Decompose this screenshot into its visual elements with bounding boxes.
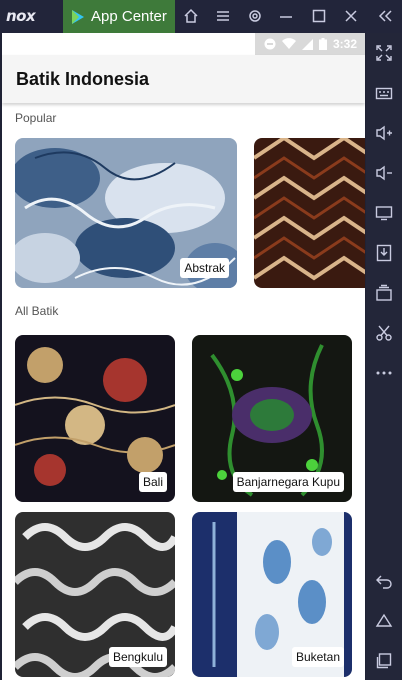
keyboard-icon[interactable] — [375, 84, 393, 102]
batik-card-banjarnegara-kupu[interactable]: Banjarnegara Kupu — [192, 335, 352, 502]
wifi-icon — [281, 38, 296, 49]
app-toolbar: Batik Indonesia — [2, 55, 365, 103]
more-icon[interactable] — [375, 364, 393, 382]
app-center-tab[interactable]: App Center — [63, 0, 175, 33]
recent-apps-icon[interactable] — [375, 652, 393, 670]
card-label: Abstrak — [180, 258, 229, 278]
page-title: Batik Indonesia — [16, 69, 150, 89]
settings-icon[interactable] — [247, 8, 263, 24]
fullscreen-icon[interactable] — [375, 44, 393, 62]
signal-icon — [301, 38, 313, 50]
multi-instance-icon[interactable] — [375, 284, 393, 302]
play-store-icon — [72, 9, 84, 24]
screen-icon[interactable] — [375, 204, 393, 222]
popular-card-abstrak[interactable]: Abstrak — [15, 138, 237, 288]
volume-up-icon[interactable] — [375, 124, 393, 142]
emulator-sidebar — [366, 33, 402, 680]
apk-install-icon[interactable] — [375, 244, 393, 262]
android-screen: 3:32 Batik Indonesia Popular Abstrak All… — [2, 33, 365, 680]
back-icon[interactable] — [375, 572, 393, 590]
home-icon[interactable] — [183, 8, 199, 24]
card-label: Bali — [138, 472, 167, 492]
batik-card-bali[interactable]: Bali — [15, 335, 175, 502]
batik-card-bengkulu[interactable]: Bengkulu — [15, 512, 175, 677]
scissors-icon[interactable] — [375, 324, 393, 342]
minus-circle-icon — [264, 38, 276, 50]
home-nav-icon[interactable] — [375, 612, 393, 630]
batik-card-buketan[interactable]: Buketan — [192, 512, 352, 677]
batik-image — [254, 138, 365, 288]
card-label: Banjarnegara Kupu — [232, 472, 344, 492]
section-all-batik: All Batik — [15, 304, 59, 318]
maximize-icon[interactable] — [311, 8, 327, 24]
card-label: Buketan — [291, 647, 344, 667]
menu-icon[interactable] — [215, 8, 231, 24]
status-bar: 3:32 — [2, 33, 365, 55]
close-icon[interactable] — [343, 8, 359, 24]
status-time: 3:32 — [332, 37, 357, 51]
minimize-icon[interactable] — [278, 8, 294, 24]
volume-down-icon[interactable] — [375, 164, 393, 182]
popular-card-2[interactable] — [254, 138, 365, 288]
card-label: Bengkulu — [108, 647, 167, 667]
battery-icon — [318, 38, 327, 50]
emulator-titlebar: nox App Center — [0, 0, 402, 33]
collapse-icon[interactable] — [377, 8, 393, 24]
nox-logo: nox — [6, 7, 36, 25]
app-center-label: App Center — [91, 8, 167, 25]
section-popular: Popular — [15, 111, 57, 125]
